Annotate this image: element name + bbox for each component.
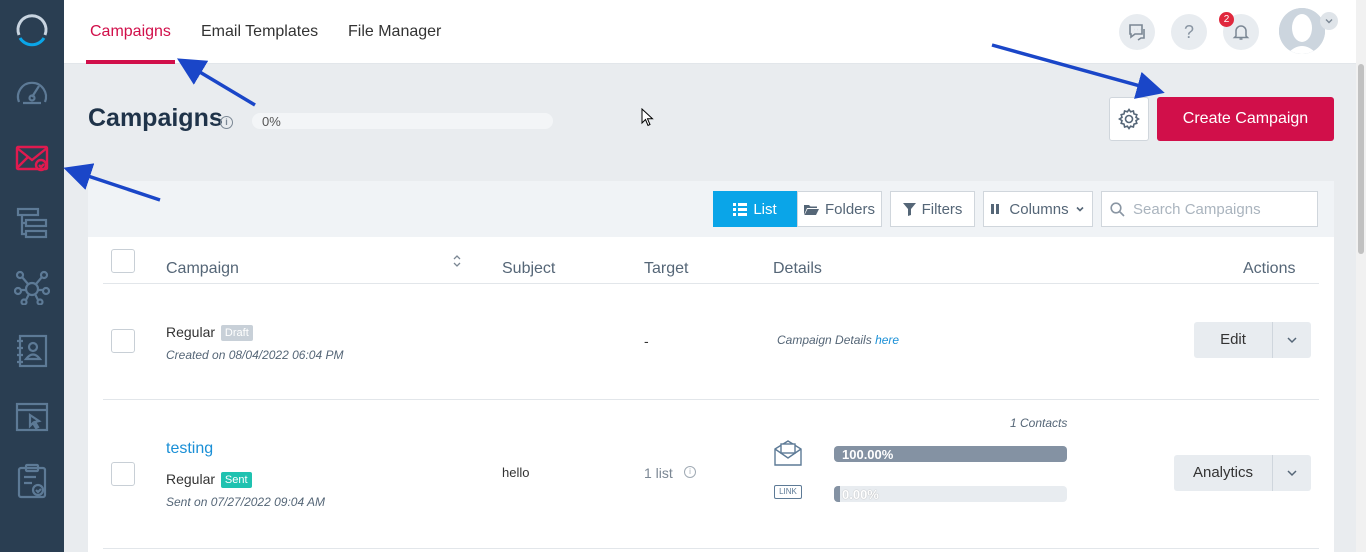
contacts-count: 1 Contacts — [1010, 416, 1068, 430]
chat-button[interactable] — [1119, 14, 1155, 50]
search-box[interactable] — [1101, 191, 1318, 227]
filter-icon — [902, 202, 916, 216]
campaign-type-cell: Regular Draft — [166, 324, 253, 341]
chat-icon — [1129, 24, 1145, 41]
automation-icon[interactable] — [13, 204, 51, 242]
folder-icon — [803, 204, 819, 215]
column-header-subject: Subject — [502, 260, 556, 277]
tab-email-templates[interactable]: Email Templates — [201, 0, 318, 64]
status-badge: Sent — [220, 472, 252, 488]
logo-icon[interactable] — [13, 12, 51, 50]
mouse-cursor-icon — [641, 108, 654, 127]
columns-icon — [991, 204, 1000, 214]
select-all-checkbox[interactable] — [111, 249, 135, 273]
forms-icon[interactable] — [13, 462, 51, 500]
details-text: Campaign Details — [777, 333, 872, 347]
subject-value: hello — [502, 465, 530, 480]
campaign-type: Regular — [166, 324, 216, 340]
analytics-button[interactable]: Analytics — [1174, 455, 1273, 491]
opened-envelope-icon — [774, 440, 802, 466]
open-rate-bar: 100.00% — [834, 446, 1067, 462]
avatar-dropdown[interactable] — [1320, 12, 1338, 30]
table-toolbar: List Folders Filters Columns — [88, 181, 1334, 237]
edit-dropdown-toggle[interactable] — [1273, 322, 1311, 358]
chevron-down-icon — [1287, 470, 1297, 477]
divider — [103, 399, 1319, 400]
edit-button[interactable]: Edit — [1194, 322, 1273, 358]
click-rate-bar: 0.00% — [834, 486, 1067, 502]
analytics-dropdown-toggle[interactable] — [1273, 455, 1311, 491]
list-icon — [733, 203, 748, 216]
click-rate-label: 0.00% — [842, 487, 879, 502]
landing-page-icon[interactable] — [13, 398, 51, 436]
details-cell: Campaign Details here — [777, 333, 899, 347]
details-link[interactable]: here — [875, 333, 899, 347]
tab-file-manager[interactable]: File Manager — [348, 0, 441, 64]
create-campaign-button[interactable]: Create Campaign — [1157, 97, 1334, 141]
sidebar — [0, 0, 64, 552]
row-checkbox[interactable] — [111, 462, 135, 486]
analytics-split-button[interactable]: Analytics — [1174, 455, 1311, 491]
tab-campaigns[interactable]: Campaigns — [86, 0, 175, 64]
bell-icon — [1232, 25, 1250, 40]
folders-label: Folders — [824, 200, 876, 218]
gear-icon — [1118, 108, 1140, 130]
campaign-date: Created on 08/04/2022 06:04 PM — [166, 348, 344, 362]
link-click-icon: LINK — [774, 485, 802, 499]
page-title: Campaigns — [88, 104, 223, 132]
notification-badge: 2 — [1219, 12, 1234, 27]
contacts-icon[interactable] — [13, 332, 51, 370]
annotation-arrow — [176, 58, 256, 107]
campaign-type-cell: Regular Sent — [166, 471, 252, 488]
network-icon[interactable] — [13, 268, 51, 306]
divider — [103, 548, 1319, 549]
campaigns-panel: List Folders Filters Columns Campaign Su… — [88, 181, 1334, 552]
scrollbar[interactable] — [1356, 0, 1366, 552]
column-header-details: Details — [773, 260, 822, 277]
campaign-name-link[interactable]: testing — [166, 440, 213, 458]
divider — [103, 283, 1319, 284]
progress-bar: 0% — [252, 113, 553, 129]
open-rate-label: 100.00% — [842, 447, 894, 462]
row-checkbox[interactable] — [111, 329, 135, 353]
filters-button[interactable]: Filters — [890, 191, 975, 227]
edit-split-button[interactable]: Edit — [1194, 322, 1311, 358]
column-header-actions: Actions — [1243, 260, 1296, 277]
campaign-type: Regular — [166, 471, 216, 487]
campaign-date: Sent on 07/27/2022 09:04 AM — [166, 495, 326, 509]
info-icon[interactable]: i — [220, 116, 233, 129]
columns-dropdown[interactable]: Columns — [983, 191, 1093, 227]
click-rate-fill — [834, 486, 840, 502]
link-icon-label: LINK — [779, 487, 797, 496]
info-icon[interactable]: i — [684, 466, 696, 478]
target-value: - — [644, 333, 649, 349]
chevron-down-icon — [1076, 206, 1084, 212]
columns-label: Columns — [1009, 200, 1069, 218]
list-view-button[interactable]: List — [713, 191, 797, 227]
column-header-campaign[interactable]: Campaign — [166, 260, 239, 278]
chevron-down-icon — [1287, 337, 1297, 344]
dashboard-icon[interactable] — [13, 74, 51, 112]
sort-icon[interactable] — [452, 254, 462, 268]
search-icon — [1110, 201, 1125, 217]
email-campaigns-icon[interactable] — [13, 138, 51, 176]
column-header-target: Target — [644, 260, 689, 277]
help-button[interactable]: ? — [1171, 14, 1207, 50]
filters-label: Filters — [921, 200, 963, 218]
scrollbar-thumb[interactable] — [1358, 64, 1364, 254]
top-nav-bar: Campaigns Email Templates File Manager — [64, 0, 1356, 64]
avatar[interactable] — [1279, 8, 1325, 54]
status-badge: Draft — [220, 325, 253, 341]
folders-view-button[interactable]: Folders — [797, 191, 882, 227]
chevron-down-icon — [1325, 19, 1333, 24]
progress-label: 0% — [262, 114, 281, 129]
search-input[interactable] — [1133, 200, 1313, 218]
list-label: List — [753, 200, 777, 218]
target-value: 1 list — [644, 465, 673, 481]
settings-button[interactable] — [1109, 97, 1149, 141]
question-icon: ? — [1183, 21, 1194, 42]
